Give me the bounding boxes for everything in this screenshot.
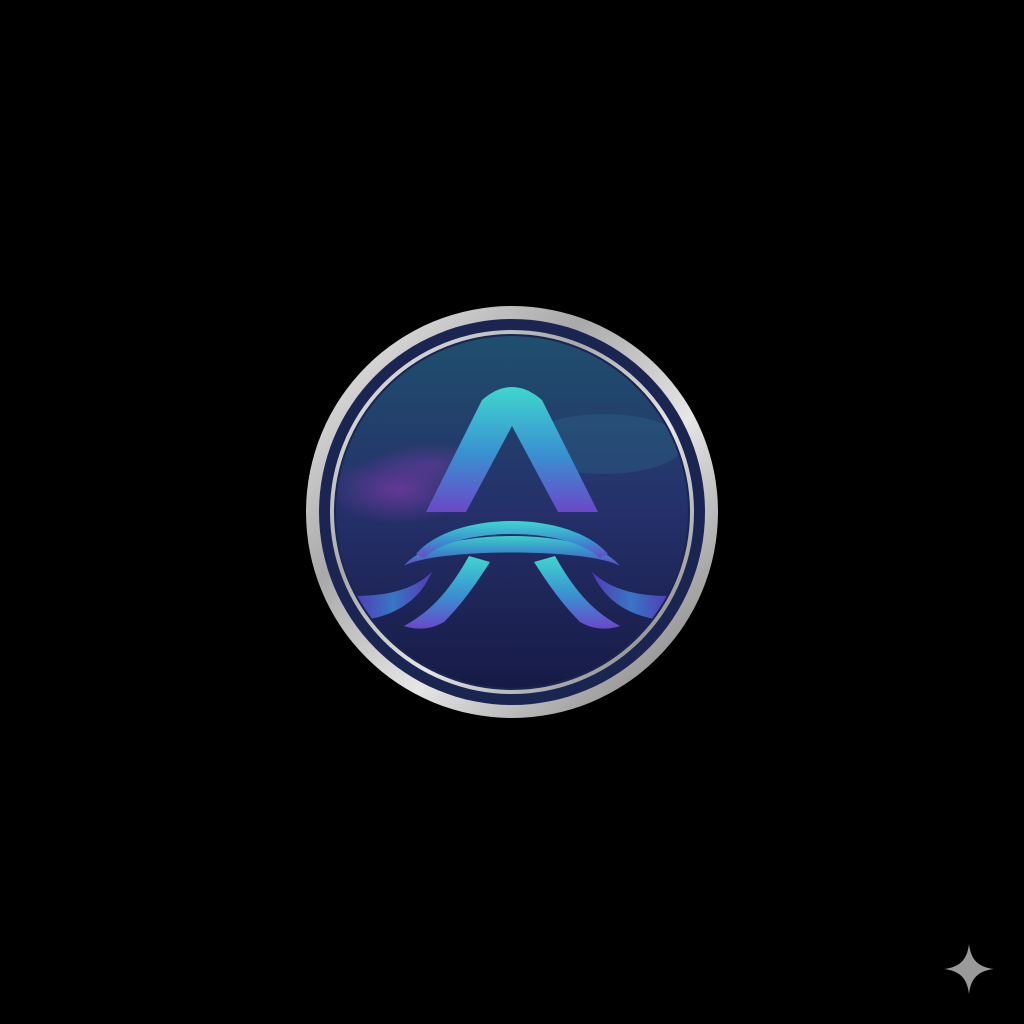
canvas [0,0,1024,1024]
emblem-svg [306,306,718,718]
sparkle-star-icon [942,942,996,996]
sparkle-svg [944,944,994,994]
letter-a-wave-logo-icon [304,304,720,720]
